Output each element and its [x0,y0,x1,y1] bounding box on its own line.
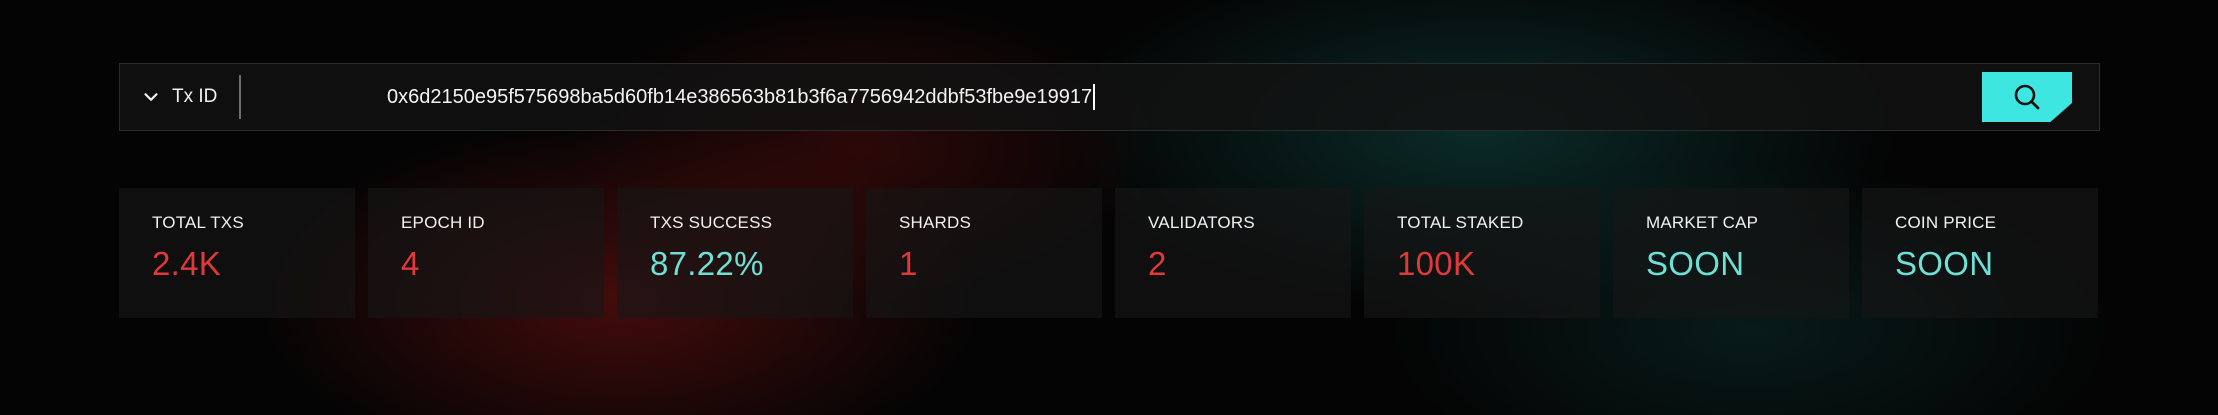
stat-total-staked: TOTAL STAKED 100K [1364,188,1600,318]
stat-value: 1 [899,245,918,282]
search-bar: Tx ID 0x6d2150e95f575698ba5d60fb14e38656… [119,63,2100,131]
explorer-header: Tx ID 0x6d2150e95f575698ba5d60fb14e38656… [0,0,2218,415]
stat-txs-success: TXS SUCCESS 87.22% [617,188,853,318]
stat-value: 4 [401,245,420,282]
stat-shards: SHARDS 1 [866,188,1102,318]
stat-label: EPOCH ID [401,213,485,232]
stat-label: MARKET CAP [1646,213,1759,232]
stat-label: TOTAL STAKED [1397,213,1524,232]
search-button[interactable] [1982,72,2072,122]
stat-value: 87.22% [650,245,764,282]
stat-value: 2.4K [152,245,222,282]
stat-coin-price: COIN PRICE SOON [1862,188,2098,318]
chevron-down-icon [144,93,158,101]
stat-label: VALIDATORS [1148,213,1255,232]
stat-label: COIN PRICE [1895,213,1997,232]
search-type-label: Tx ID [172,86,218,107]
stat-epoch-id: EPOCH ID 4 [368,188,604,318]
search-type-dropdown[interactable]: Tx ID [120,64,239,130]
stat-label: TOTAL TXS [152,213,244,232]
stat-validators: VALIDATORS 2 [1115,188,1351,318]
search-input[interactable] [241,63,2099,131]
stat-label: TXS SUCCESS [650,213,773,232]
stat-value: 2 [1148,245,1167,282]
search-icon [2014,84,2040,110]
stat-value: SOON [1895,245,1994,282]
stat-market-cap: MARKET CAP SOON [1613,188,1849,318]
stats-row: TOTAL TXS 2.4K EPOCH ID 4 TXS SUCCESS 87… [119,188,2102,318]
stat-label: SHARDS [899,213,972,232]
stat-value: SOON [1646,245,1745,282]
stat-total-txs: TOTAL TXS 2.4K [119,188,355,318]
stat-value: 100K [1397,245,1476,282]
